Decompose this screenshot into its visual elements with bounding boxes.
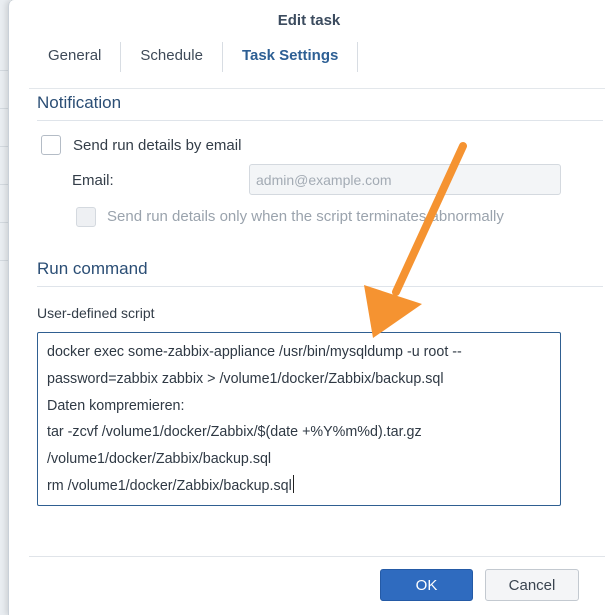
cancel-button[interactable]: Cancel [485, 569, 579, 601]
tab-divider [29, 88, 605, 89]
notification-section-divider [37, 120, 603, 121]
tab-general[interactable]: General [29, 42, 122, 72]
tab-schedule[interactable]: Schedule [121, 42, 223, 72]
abnormal-only-label: Send run details only when the script te… [107, 208, 504, 225]
email-label: Email: [72, 172, 114, 189]
send-email-checkbox[interactable] [41, 135, 61, 155]
script-line: /volume1/docker/Zabbix/backup.sql [47, 451, 272, 468]
dialog-title: Edit task [277, 12, 341, 29]
abnormal-only-checkbox[interactable] [76, 207, 96, 227]
user-defined-script-label: User-defined script [37, 305, 155, 321]
tab-bar: General Schedule Task Settings [29, 42, 359, 72]
ok-button[interactable]: OK [380, 569, 473, 601]
edit-task-dialog: Edit task General Schedule Task Settings… [8, 0, 608, 615]
footer-divider [29, 556, 605, 557]
user-defined-script-textarea[interactable]: docker exec some-zabbix-appliance /usr/b… [37, 332, 561, 506]
run-command-section-title: Run command [37, 259, 148, 278]
notification-section-title: Notification [37, 93, 122, 112]
script-line: Daten kompremieren: [47, 397, 185, 414]
script-line: docker exec some-zabbix-appliance /usr/b… [47, 344, 462, 360]
send-email-label: Send run details by email [73, 137, 242, 154]
script-line-text: rm /volume1/docker/Zabbix/backup.sql [47, 477, 292, 494]
run-command-section-divider [37, 286, 603, 287]
script-line: password=zabbix zabbix > /volume1/docker… [47, 370, 444, 387]
script-line: tar -zcvf /volume1/docker/Zabbix/$(date … [47, 424, 422, 441]
tab-task-settings[interactable]: Task Settings [223, 42, 359, 72]
script-line-last: rm /volume1/docker/Zabbix/backup.sql [47, 473, 551, 500]
text-caret [292, 474, 294, 493]
email-field[interactable] [249, 164, 561, 195]
